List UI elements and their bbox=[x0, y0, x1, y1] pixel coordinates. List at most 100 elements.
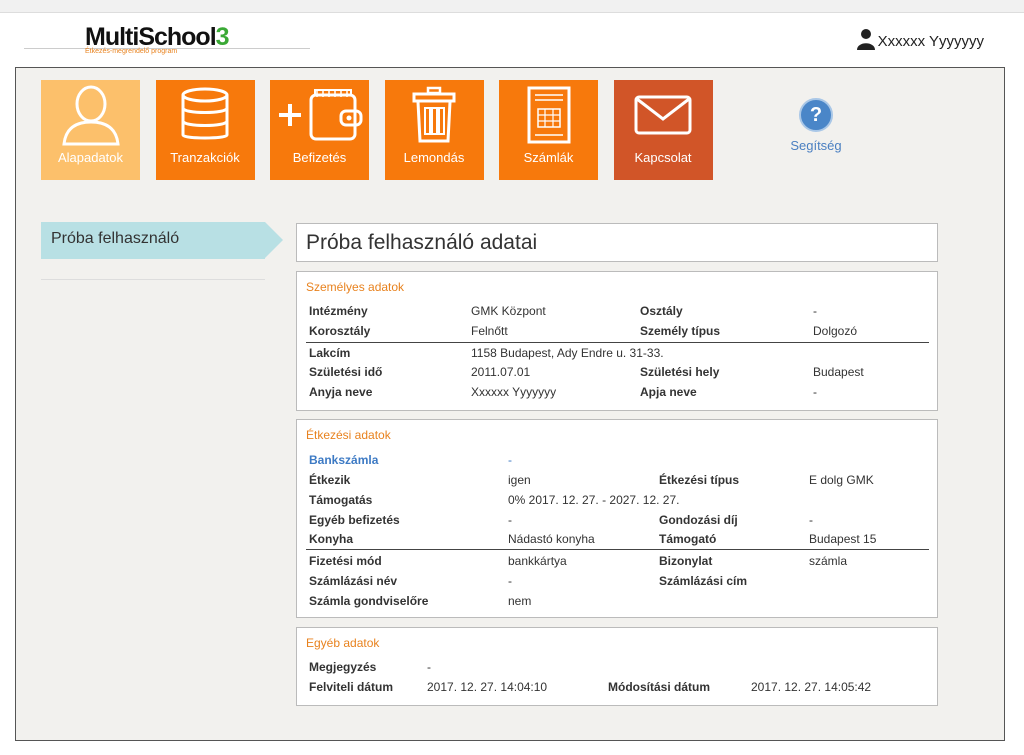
field-label: Számlázási cím bbox=[659, 574, 748, 588]
table-row: Megjegyzés - bbox=[309, 660, 929, 680]
table-row: Intézmény GMK Központ Osztály - bbox=[309, 304, 929, 324]
field-value: Budapest 15 bbox=[809, 532, 877, 546]
table-row: Számlázási név - Számlázási cím bbox=[309, 574, 929, 594]
section-title: Egyéb adatok bbox=[306, 636, 380, 650]
envelope-icon bbox=[634, 80, 692, 150]
field-label: Gondozási díj bbox=[659, 513, 738, 527]
field-label: Intézmény bbox=[309, 304, 368, 318]
table-row: Fizetési mód bankkártya Bizonylat számla bbox=[309, 554, 929, 574]
field-label: Felviteli dátum bbox=[309, 680, 394, 694]
personal-data-panel: Személyes adatok Intézmény GMK Központ O… bbox=[296, 271, 938, 411]
nav-tiles: Alapadatok Tranzakciók Befizetés Lemondá… bbox=[41, 80, 728, 180]
table-row: Lakcím 1158 Budapest, Ady Endre u. 31-33… bbox=[309, 346, 929, 366]
logo-text: MultiSchool bbox=[85, 23, 217, 51]
table-row: Korosztály Felnőtt Személy típus Dolgozó bbox=[309, 324, 929, 344]
field-label: Osztály bbox=[640, 304, 683, 318]
field-value: 2011.07.01 bbox=[471, 365, 531, 379]
wallet-plus-icon bbox=[277, 80, 363, 150]
field-label: Lakcím bbox=[309, 346, 351, 360]
field-value: - bbox=[813, 385, 817, 399]
field-label: Születési hely bbox=[640, 365, 720, 379]
sidebar-item-user[interactable]: Próba felhasználó bbox=[41, 222, 283, 259]
help-button[interactable]: ? Segítség bbox=[786, 98, 846, 153]
field-value: 2017. 12. 27. 14:05:42 bbox=[751, 680, 872, 694]
field-value: nem bbox=[508, 594, 532, 608]
tile-alapadatok[interactable]: Alapadatok bbox=[41, 80, 140, 180]
bank-account-link[interactable]: Bankszámla bbox=[309, 453, 378, 467]
table-row: Támogatás 0% 2017. 12. 27. - 2027. 12. 2… bbox=[309, 493, 929, 513]
section-title: Étkezési adatok bbox=[306, 428, 391, 442]
browser-top-bar bbox=[0, 0, 1024, 13]
tile-befizetes[interactable]: Befizetés bbox=[270, 80, 369, 180]
field-label: Születési idő bbox=[309, 365, 383, 379]
field-value: - bbox=[427, 660, 431, 674]
sidebar-item-label: Próba felhasználó bbox=[51, 230, 180, 247]
field-label: Anyja neve bbox=[309, 385, 373, 399]
field-value: Nádastó konyha bbox=[508, 532, 595, 546]
field-value: Budapest bbox=[813, 365, 864, 379]
field-value: 0% 2017. 12. 27. - 2027. 12. 27. bbox=[508, 493, 680, 507]
field-label: Személy típus bbox=[640, 324, 721, 338]
field-value: igen bbox=[508, 473, 531, 487]
tile-label: Alapadatok bbox=[57, 150, 124, 165]
sidebar-divider bbox=[41, 279, 265, 280]
tile-kapcsolat[interactable]: Kapcsolat bbox=[613, 80, 713, 180]
user-menu[interactable]: Xxxxxx Yyyyyyy bbox=[856, 28, 984, 50]
tile-tranzakciok[interactable]: Tranzakciók bbox=[155, 80, 255, 180]
field-label: Megjegyzés bbox=[309, 660, 377, 674]
field-label: Apja neve bbox=[640, 385, 697, 399]
main-frame: Alapadatok Tranzakciók Befizetés Lemondá… bbox=[15, 67, 1005, 741]
table-row: Számla gondviselőre nem bbox=[309, 594, 929, 614]
field-label: Étkezik bbox=[309, 473, 351, 487]
field-label: Korosztály bbox=[309, 324, 371, 338]
field-label: Egyéb befizetés bbox=[309, 513, 400, 527]
table-row: Születési idő 2011.07.01 Születési hely … bbox=[309, 365, 929, 385]
section-title: Személyes adatok bbox=[306, 280, 405, 294]
field-value: E dolg GMK bbox=[809, 473, 874, 487]
field-value: 2017. 12. 27. 14:04:10 bbox=[427, 680, 548, 694]
field-value: - bbox=[508, 574, 512, 588]
field-label: Támogatás bbox=[309, 493, 373, 507]
meal-data-panel: Étkezési adatok Bankszámla - Étkezik ige… bbox=[296, 419, 938, 618]
field-value: számla bbox=[809, 554, 848, 568]
field-label: Módosítási dátum bbox=[608, 680, 711, 694]
invoice-icon bbox=[526, 80, 572, 150]
user-name: Xxxxxx Yyyyyyy bbox=[877, 33, 984, 50]
field-value: - bbox=[508, 453, 512, 467]
table-row: Anyja neve Xxxxxx Yyyyyyy Apja neve - bbox=[309, 385, 929, 405]
user-icon bbox=[61, 80, 121, 150]
field-label: Konyha bbox=[309, 532, 354, 546]
tile-label: Befizetés bbox=[292, 150, 347, 165]
field-label: Bizonylat bbox=[659, 554, 713, 568]
user-icon bbox=[856, 29, 875, 50]
table-row: Bankszámla - bbox=[309, 453, 929, 473]
field-value: Felnőtt bbox=[471, 324, 508, 338]
field-value: 1158 Budapest, Ady Endre u. 31-33. bbox=[471, 346, 664, 360]
field-value: - bbox=[508, 513, 512, 527]
table-row: Felviteli dátum 2017. 12. 27. 14:04:10 M… bbox=[309, 680, 929, 700]
app-logo[interactable]: MultiSchool3 Étkezés-megrendelő program bbox=[85, 23, 230, 55]
tile-lemondas[interactable]: Lemondás bbox=[384, 80, 484, 180]
trash-icon bbox=[412, 80, 456, 150]
page-title: Próba felhasználó adatai bbox=[306, 231, 538, 254]
question-icon: ? bbox=[799, 98, 833, 132]
field-value: bankkártya bbox=[508, 554, 567, 568]
field-label: Fizetési mód bbox=[309, 554, 382, 568]
table-row: Egyéb befizetés - Gondozási díj - bbox=[309, 513, 929, 533]
page-title-box: Próba felhasználó adatai bbox=[296, 223, 938, 262]
field-label: Támogató bbox=[659, 532, 717, 546]
row-divider bbox=[306, 549, 929, 550]
logo-number: 3 bbox=[215, 23, 230, 51]
tile-label: Lemondás bbox=[403, 150, 465, 165]
table-row: Étkezik igen Étkezési típus E dolg GMK bbox=[309, 473, 929, 493]
database-icon bbox=[180, 80, 230, 150]
tile-szamlak[interactable]: Számlák bbox=[499, 80, 598, 180]
tile-label: Tranzakciók bbox=[170, 150, 240, 165]
field-label: Számlázási név bbox=[309, 574, 398, 588]
field-value: - bbox=[809, 513, 813, 527]
field-value: Dolgozó bbox=[813, 324, 858, 338]
field-label: Étkezési típus bbox=[659, 473, 740, 487]
tile-label: Számlák bbox=[523, 150, 574, 165]
field-label: Számla gondviselőre bbox=[309, 594, 429, 608]
field-value: GMK Központ bbox=[471, 304, 546, 318]
